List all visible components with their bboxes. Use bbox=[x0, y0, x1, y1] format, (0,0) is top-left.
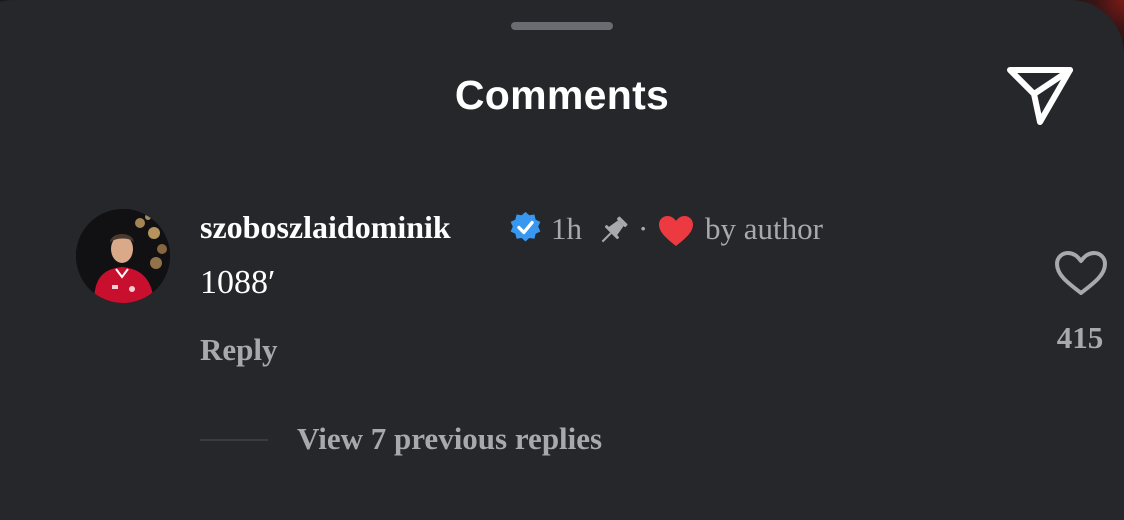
comment-username[interactable]: szoboszlaidominik bbox=[200, 209, 451, 246]
heart-filled-icon bbox=[658, 215, 694, 247]
verified-badge-icon bbox=[509, 211, 542, 244]
separator-dot: · bbox=[638, 211, 649, 246]
comment-time: 1h bbox=[551, 211, 582, 246]
profile-photo[interactable] bbox=[76, 209, 170, 303]
comment-item: szoboszlaidominik 1h · by author 1088′ R… bbox=[40, 0, 1124, 491]
view-replies-button[interactable]: View 7 previous replies bbox=[297, 421, 602, 457]
replies-divider bbox=[200, 439, 268, 441]
comment-text: 1088′ bbox=[200, 264, 276, 301]
liked-by-author-label: by author bbox=[705, 211, 823, 246]
heart-outline-icon[interactable] bbox=[1054, 250, 1108, 296]
like-count: 415 bbox=[1056, 320, 1104, 355]
pin-icon bbox=[596, 214, 630, 248]
reply-button[interactable]: Reply bbox=[200, 332, 278, 368]
